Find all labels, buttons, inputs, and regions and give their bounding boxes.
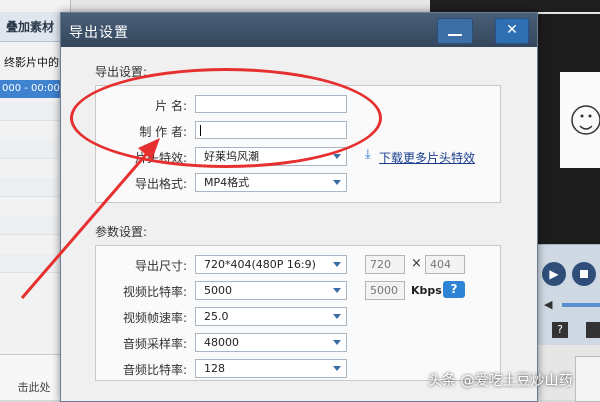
highlight-arrow [20,138,160,299]
watermark-text: 头条 @爱吃土豆炒山药 [428,373,573,389]
